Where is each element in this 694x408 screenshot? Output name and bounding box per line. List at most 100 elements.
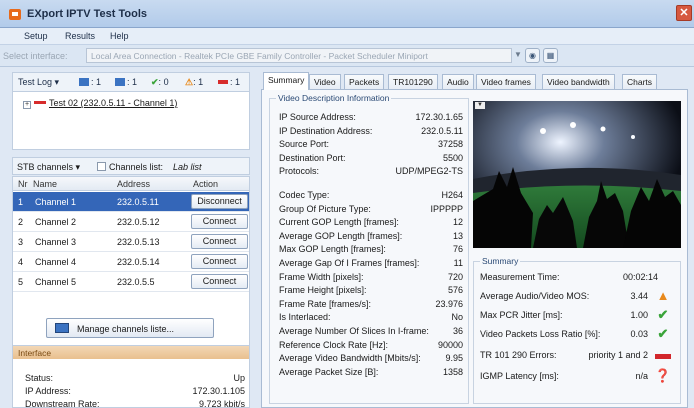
col-address[interactable]: Address bbox=[117, 179, 150, 189]
menu-results[interactable]: Results bbox=[65, 31, 95, 41]
video-info-label: Current GOP Length [frames]: bbox=[279, 217, 399, 228]
tab-video[interactable]: Video bbox=[309, 74, 341, 89]
tr101290-value: priority 1 and 2 bbox=[588, 350, 648, 360]
video-info-value: 90000 bbox=[437, 339, 463, 350]
video-info-value: 76 bbox=[452, 244, 463, 255]
col-action[interactable]: Action bbox=[193, 179, 218, 189]
recording-count-b[interactable]: : 1 bbox=[115, 77, 137, 87]
tr101290-label: TR 101 290 Errors: bbox=[480, 350, 557, 360]
video-info-row: Group Of Picture Type: IPPPPP bbox=[279, 204, 463, 215]
tab-strip: Summary Video Packets TR101290 Audio Vid… bbox=[261, 72, 694, 90]
igmp-value: n/a bbox=[635, 371, 648, 381]
video-info-value: 11 bbox=[453, 258, 463, 268]
test-log-tree: + Test 02 (232.0.5.11 - Channel 1) bbox=[12, 92, 250, 150]
packet-loss-value: 0.03 bbox=[630, 329, 648, 339]
channels-list-label: Channels list: bbox=[97, 162, 163, 172]
igmp-row: IGMP Latency [ms]: n/a ❓ bbox=[480, 368, 676, 384]
video-info-value: 5500 bbox=[442, 152, 463, 163]
col-nr[interactable]: Nr bbox=[18, 179, 28, 189]
video-info-value: IPPPPP bbox=[430, 203, 463, 214]
warning-icon: ▲ bbox=[656, 288, 670, 303]
video-info-row: Is Interlaced: No bbox=[279, 312, 463, 323]
video-info-value: 720 bbox=[447, 271, 463, 282]
ok-count[interactable]: ✔: 0 bbox=[151, 77, 169, 88]
test-log-dropdown[interactable]: Test Log ▾ bbox=[18, 77, 59, 88]
tr101290-row: TR 101 290 Errors: priority 1 and 2 bbox=[480, 347, 676, 363]
recording-count-a[interactable]: : 1 bbox=[79, 77, 101, 87]
video-info-row: Codec Type: H264 bbox=[279, 190, 463, 201]
disconnect-button[interactable]: Disconnect bbox=[191, 194, 248, 209]
checkbox[interactable] bbox=[97, 162, 106, 171]
ip-value: 172.30.1.105 bbox=[192, 386, 245, 396]
pcr-jitter-row: Max PCR Jitter [ms]: 1.00 ✔ bbox=[480, 307, 676, 323]
interface-select[interactable]: Local Area Connection - Realtek PCIe GBE… bbox=[86, 48, 512, 63]
expand-icon[interactable]: + bbox=[23, 101, 31, 109]
menu-help[interactable]: Help bbox=[110, 31, 129, 41]
stb-channels-dropdown[interactable]: STB channels ▾ bbox=[17, 162, 80, 173]
warning-count[interactable]: ⚠: 1 bbox=[185, 77, 203, 88]
menu-bar: Setup Results Help bbox=[0, 28, 694, 45]
video-preview[interactable]: ▼ bbox=[473, 101, 681, 248]
tab-summary[interactable]: Summary bbox=[263, 72, 310, 90]
video-info-label: Average Gap Of I Frames [frames]: bbox=[279, 258, 420, 268]
tab-charts[interactable]: Charts bbox=[622, 74, 658, 89]
monitor-icon bbox=[55, 323, 69, 333]
menu-arrow-icon[interactable]: ▼ bbox=[475, 102, 485, 109]
video-info-label: Frame Height [pixels]: bbox=[279, 285, 367, 296]
connect-button[interactable]: Connect bbox=[191, 234, 248, 249]
stb-dropdown-label: STB channels bbox=[17, 162, 74, 172]
test-tree-item[interactable]: + Test 02 (232.0.5.11 - Channel 1) bbox=[23, 98, 177, 109]
row-address: 232.0.5.5 bbox=[117, 277, 155, 287]
table-row[interactable]: 5 Channel 5 232.0.5.5 Connect bbox=[13, 272, 249, 291]
video-info-label: Average Number Of Slices In I-frame: bbox=[279, 326, 429, 336]
mos-label: Average Audio/Video MOS: bbox=[480, 291, 590, 301]
manage-channels-button[interactable]: Manage channels liste... bbox=[46, 318, 214, 338]
video-info-value: 9.95 bbox=[445, 353, 463, 364]
close-button[interactable]: ✕ bbox=[676, 5, 692, 21]
menu-setup[interactable]: Setup bbox=[24, 31, 48, 41]
interface-status-row: Status: Up bbox=[25, 373, 245, 384]
connect-button[interactable]: Connect bbox=[191, 254, 248, 269]
tab-video-frames[interactable]: Video frames bbox=[476, 74, 536, 89]
tab-video-bandwidth[interactable]: Video bandwidth bbox=[542, 74, 615, 89]
table-row[interactable]: 4 Channel 4 232.0.5.14 Connect bbox=[13, 252, 249, 271]
video-info-label: Frame Width [pixels]: bbox=[279, 271, 364, 282]
row-name: Channel 1 bbox=[35, 197, 77, 207]
row-nr: 3 bbox=[18, 237, 24, 247]
video-info-row: Source Port: 37258 bbox=[279, 139, 463, 150]
pcr-jitter-value: 1.00 bbox=[630, 310, 648, 320]
connect-button[interactable]: Connect bbox=[191, 214, 248, 229]
table-row[interactable]: 1 Channel 1 232.0.5.11 Disconnect bbox=[13, 192, 249, 211]
test-link[interactable]: Test 02 (232.0.5.11 - Channel 1) bbox=[49, 98, 177, 108]
video-info-label: Protocols: bbox=[279, 166, 320, 177]
video-info-label: Group Of Picture Type: bbox=[279, 203, 371, 214]
video-info-value: 232.0.5.11 bbox=[421, 125, 463, 136]
error-count[interactable]: : 1 bbox=[218, 77, 240, 87]
tab-audio[interactable]: Audio bbox=[442, 74, 474, 89]
video-info-row: Max GOP Length [frames]: 76 bbox=[279, 244, 463, 255]
video-info-row: Reference Clock Rate [Hz]: 90000 bbox=[279, 340, 463, 351]
video-info-value: 1358 bbox=[442, 366, 463, 377]
video-info-box: Video Description Information IP Source … bbox=[269, 93, 469, 404]
video-info-label: Source Port: bbox=[279, 139, 330, 150]
left-panel: Test Log ▾ : 1 : 1 ✔: 0 ⚠: 1 : 1 + Test 0… bbox=[12, 72, 250, 408]
video-info-value: 172.30.1.65 bbox=[415, 112, 463, 122]
refresh-icon[interactable]: ◉ bbox=[525, 48, 540, 63]
grid-icon[interactable]: ▦ bbox=[543, 48, 558, 63]
tab-packets[interactable]: Packets bbox=[344, 74, 385, 89]
connect-button[interactable]: Connect bbox=[191, 274, 248, 289]
interface-label: Select interface: bbox=[3, 51, 68, 61]
table-row[interactable]: 3 Channel 3 232.0.5.13 Connect bbox=[13, 232, 249, 251]
test-log-label: Test Log bbox=[18, 77, 53, 87]
row-nr: 2 bbox=[18, 217, 24, 227]
chevron-down-icon[interactable]: ▼ bbox=[514, 50, 522, 59]
tab-tr101290[interactable]: TR101290 bbox=[388, 74, 438, 89]
mos-row: Average Audio/Video MOS: 3.44 ▲ bbox=[480, 288, 676, 304]
interface-panel-title[interactable]: Interface bbox=[13, 346, 249, 359]
table-row[interactable]: 2 Channel 2 232.0.5.12 Connect bbox=[13, 212, 249, 231]
video-info-row: Protocols: UDP/MPEG2-TS bbox=[279, 166, 463, 177]
channels-list-name[interactable]: Lab list bbox=[173, 162, 202, 172]
col-name[interactable]: Name bbox=[33, 179, 57, 189]
row-address: 232.0.5.13 bbox=[117, 237, 160, 247]
video-info-label: Max GOP Length [frames]: bbox=[279, 244, 386, 255]
